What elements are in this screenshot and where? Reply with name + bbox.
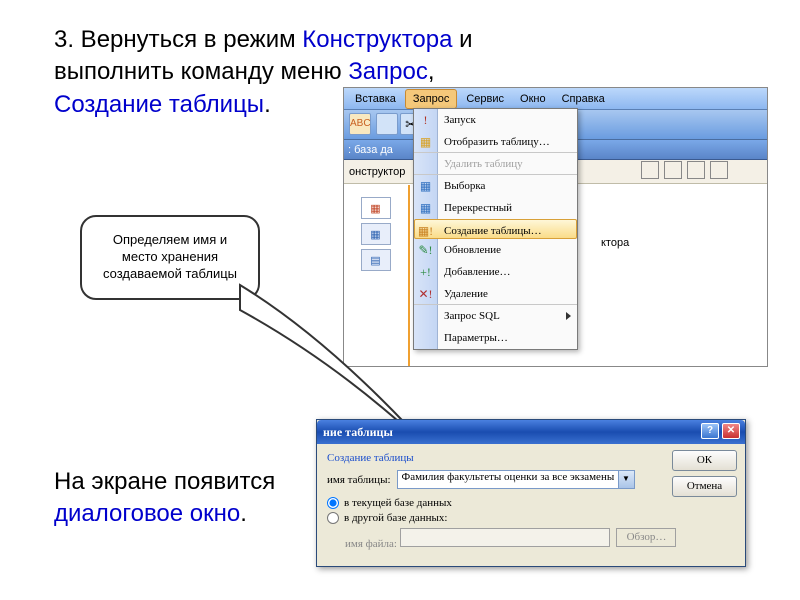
txt: и: [452, 26, 472, 53]
menu-window[interactable]: Окно: [513, 90, 553, 108]
sidebar-tables-icon[interactable]: ▦: [361, 197, 391, 219]
txt: .: [240, 500, 247, 527]
filename-field: [400, 528, 610, 547]
browse-button: Обзор…: [616, 528, 676, 547]
menu-service[interactable]: Сервис: [459, 90, 511, 108]
txt: Создание таблицы: [54, 91, 264, 118]
radio-input[interactable]: [327, 512, 339, 524]
radio-label: в другой базе данных:: [344, 512, 447, 524]
menu-item-deletetable: Удалить таблицу: [414, 153, 577, 175]
menu-item-select[interactable]: ▦ Выборка: [414, 175, 577, 197]
txt: диалоговое окно: [54, 500, 240, 527]
menu-bar: Вставка Запрос Сервис Окно Справка: [344, 88, 767, 110]
label: Обновление: [444, 244, 501, 256]
txt: .: [264, 91, 271, 118]
append-icon: +!: [417, 263, 434, 280]
tablename-value: Фамилия факультеты оценки за все экзамен…: [402, 471, 620, 483]
view-icon[interactable]: [664, 161, 682, 179]
database-sidebar: ▦ ▦ ▤: [348, 193, 403, 275]
sidebar-forms-icon[interactable]: ▤: [361, 249, 391, 271]
label: Удаление: [444, 288, 488, 300]
delete-icon: ✕!: [417, 285, 434, 302]
txt: 3. Вернуться в режим: [54, 26, 302, 53]
txt: Конструктора: [302, 26, 452, 53]
list-item-label: ктора: [595, 233, 629, 255]
callout-text: Определяем имя и место хранения создавае…: [94, 232, 246, 283]
update-icon: ✎!: [417, 241, 434, 258]
txt: Запрос: [348, 58, 428, 85]
radio-label: в текущей базе данных: [344, 497, 452, 509]
label: Перекрестный: [444, 202, 512, 214]
dialog-title-text: ние таблицы: [323, 425, 393, 439]
radio-other-db[interactable]: в другой базе данных:: [327, 512, 735, 524]
instruction-text-2: На экране появится диалоговое окно.: [54, 466, 275, 531]
radio-input[interactable]: [327, 497, 339, 509]
menu-item-run[interactable]: ! Запуск: [414, 109, 577, 131]
label-tablename: имя таблицы:: [327, 474, 391, 486]
label: Отобразить таблицу…: [444, 136, 550, 148]
exclaim-icon: !: [417, 111, 434, 128]
radio-current-db[interactable]: в текущей базе данных: [327, 497, 735, 509]
menu-item-sql[interactable]: Запрос SQL: [414, 305, 577, 327]
toolbar-item[interactable]: онструктор: [349, 166, 405, 178]
toolbar-icon[interactable]: ABC: [349, 113, 371, 135]
query-dropdown-menu: ! Запуск ▦ Отобразить таблицу… Удалить т…: [413, 108, 578, 350]
chevron-down-icon[interactable]: ▼: [618, 471, 634, 488]
table-icon: ▦: [417, 133, 434, 150]
label-filename: имя файла:: [345, 538, 397, 550]
menu-insert[interactable]: Вставка: [348, 90, 403, 108]
ok-button[interactable]: ОК: [672, 450, 737, 471]
label: Запуск: [444, 114, 476, 126]
txt: выполнить команду меню: [54, 58, 348, 85]
menu-help[interactable]: Справка: [555, 90, 612, 108]
view-icon[interactable]: [641, 161, 659, 179]
menu-item-crosstab[interactable]: ▦ Перекрестный: [414, 197, 577, 219]
label: Запрос SQL: [444, 310, 500, 322]
dialog-titlebar: ние таблицы ? ✕: [317, 420, 745, 444]
txt: ,: [428, 58, 435, 85]
select-icon: ▦: [417, 177, 434, 194]
maketable-icon: ▦!: [417, 222, 434, 239]
menu-item-update[interactable]: ✎! Обновление: [414, 239, 577, 261]
help-button[interactable]: ?: [701, 423, 719, 439]
label: Выборка: [444, 180, 485, 192]
label: Параметры…: [444, 332, 508, 344]
close-button[interactable]: ✕: [722, 423, 740, 439]
sidebar-queries-icon[interactable]: ▦: [361, 223, 391, 245]
submenu-arrow-icon: [566, 312, 571, 320]
view-icon[interactable]: [687, 161, 705, 179]
tablename-combobox[interactable]: Фамилия факультеты оценки за все экзамен…: [397, 470, 635, 489]
menu-item-append[interactable]: +! Добавление…: [414, 261, 577, 283]
cancel-button[interactable]: Отмена: [672, 476, 737, 497]
label: Добавление…: [444, 266, 511, 278]
dialog-body: Создание таблицы имя таблицы: Фамилия фа…: [317, 444, 745, 566]
crosstab-icon: ▦: [417, 199, 434, 216]
menu-item-maketable[interactable]: ▦! Создание таблицы…: [414, 219, 577, 239]
menu-item-params[interactable]: Параметры…: [414, 327, 577, 349]
view-icon[interactable]: [710, 161, 728, 179]
label: Удалить таблицу: [444, 158, 523, 170]
menu-item-delete[interactable]: ✕! Удаление: [414, 283, 577, 305]
toolbar-icon[interactable]: [376, 113, 398, 135]
label: Создание таблицы…: [444, 225, 542, 237]
txt: На экране появится: [54, 468, 275, 495]
create-table-dialog: ние таблицы ? ✕ Создание таблицы имя таб…: [316, 419, 746, 567]
menu-query[interactable]: Запрос: [405, 89, 457, 109]
menu-item-showtable[interactable]: ▦ Отобразить таблицу…: [414, 131, 577, 153]
